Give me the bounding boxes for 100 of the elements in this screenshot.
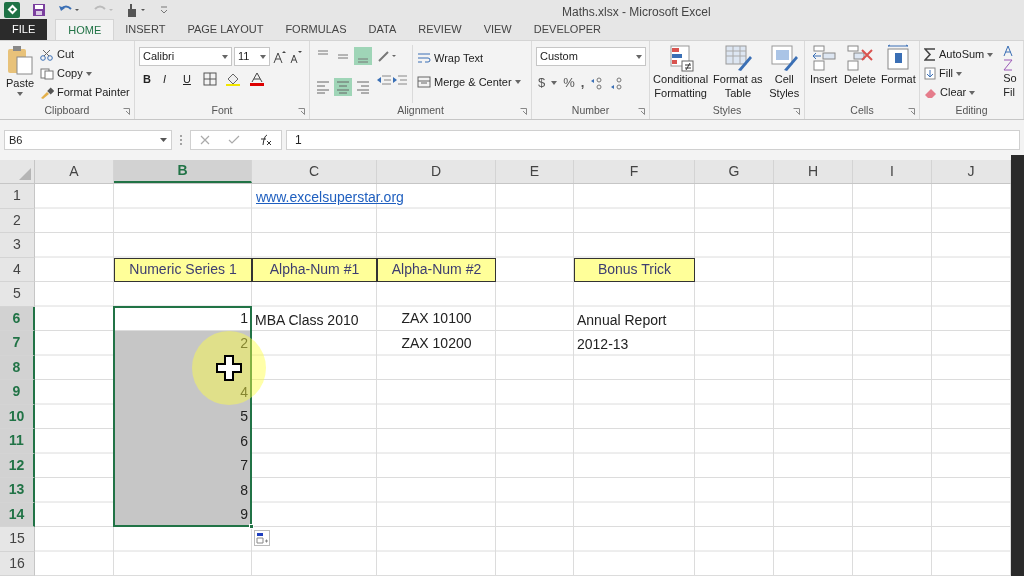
row-header[interactable]: 9: [0, 380, 35, 405]
customize-toolbar-icon[interactable]: [160, 4, 168, 15]
row-header[interactable]: 2: [0, 208, 35, 233]
copy-icon: [40, 67, 54, 80]
horizontal-align-icon[interactable]: [314, 78, 332, 96]
dropdown-arrow-icon[interactable]: [85, 71, 92, 76]
percent-button[interactable]: %: [563, 73, 575, 93]
conditional-formatting-button[interactable]: Conditional Formatting: [652, 44, 710, 103]
clear-button[interactable]: Clear: [924, 83, 994, 102]
column-header[interactable]: E: [496, 160, 574, 183]
scissors-icon: [40, 48, 54, 61]
dropdown-arrow-icon[interactable]: [551, 80, 558, 85]
header-cell: Numeric Series 1: [114, 257, 252, 282]
row-header[interactable]: 7: [0, 331, 35, 356]
save-icon[interactable]: [32, 2, 46, 17]
window-title: Maths.xlsx - Microsoft Excel: [562, 4, 711, 21]
merge-cells-icon: [417, 76, 431, 88]
column-header[interactable]: I: [853, 160, 932, 183]
wrap-text-button[interactable]: Wrap Text: [417, 49, 521, 67]
format-button[interactable]: Format: [880, 44, 917, 103]
ribbon-tab[interactable]: REVIEW: [407, 19, 473, 40]
paste-button[interactable]: Paste: [4, 45, 36, 103]
dropdown-arrow-icon[interactable]: [987, 52, 994, 57]
row-header[interactable]: 11: [0, 429, 35, 454]
formula-input[interactable]: 1: [286, 130, 1020, 150]
number-format-field[interactable]: Custom: [536, 47, 646, 66]
fill-handle[interactable]: [249, 524, 254, 529]
header-cell: Bonus Trick: [574, 257, 695, 282]
bold-button[interactable]: B: [143, 71, 155, 88]
row-header[interactable]: 10: [0, 404, 35, 429]
ribbon-tab[interactable]: VIEW: [472, 19, 523, 40]
cancel-icon[interactable]: [200, 135, 210, 145]
dialog-launcher-icon[interactable]: [908, 108, 915, 115]
ribbon-tab[interactable]: FORMULAS: [274, 19, 358, 40]
row-header[interactable]: 6: [0, 306, 35, 331]
dropdown-arrow-icon[interactable]: [969, 90, 976, 95]
table-cell-text: 2012-13: [577, 335, 629, 354]
column-header[interactable]: D: [377, 160, 496, 183]
ribbon-tab[interactable]: HOME: [55, 19, 115, 40]
shrink-font-icon[interactable]: [288, 49, 302, 64]
enter-icon[interactable]: [228, 135, 240, 145]
fill-color-icon[interactable]: [225, 72, 241, 87]
column-header[interactable]: F: [574, 160, 695, 183]
row-header[interactable]: 8: [0, 355, 35, 380]
row-header[interactable]: 15: [0, 527, 35, 552]
autosum-button[interactable]: AutoSum: [924, 45, 994, 64]
borders-icon[interactable]: [203, 72, 217, 87]
dropdown-arrow-icon[interactable]: [514, 80, 521, 84]
italic-button[interactable]: I: [163, 71, 175, 88]
insert-button[interactable]: Insert: [807, 44, 840, 103]
underline-button[interactable]: U: [183, 71, 195, 88]
ribbon-tab[interactable]: INSERT: [114, 19, 177, 40]
link[interactable]: www.excelsuperstar.org: [256, 187, 404, 208]
dialog-launcher-icon[interactable]: [638, 108, 645, 115]
row-header[interactable]: 14: [0, 502, 35, 527]
name-box[interactable]: B6: [4, 130, 172, 150]
delete-button[interactable]: Delete: [843, 44, 877, 103]
copy-button[interactable]: Copy: [40, 64, 130, 83]
cell-styles-button[interactable]: Cell Styles: [766, 44, 802, 103]
format-painter-button[interactable]: Format Painter: [40, 83, 130, 102]
row-header[interactable]: 5: [0, 282, 35, 307]
ribbon-tab[interactable]: DEVELOPER: [522, 19, 612, 40]
decrease-decimal-icon[interactable]: [610, 75, 625, 90]
column-header[interactable]: H: [774, 160, 853, 183]
table-cell: 4: [114, 380, 252, 405]
currency-button[interactable]: $: [538, 73, 546, 93]
comma-button[interactable]: ,: [580, 73, 585, 93]
sort-filter-button[interactable]: So Fil: [1003, 45, 1017, 103]
column-header[interactable]: B: [114, 160, 252, 183]
row-header[interactable]: 16: [0, 551, 35, 576]
auto-fill-options-icon[interactable]: [254, 530, 270, 546]
font-color-icon[interactable]: [249, 72, 265, 87]
ribbon-tab[interactable]: PAGE LAYOUT: [176, 19, 275, 40]
cut-button[interactable]: Cut: [40, 45, 130, 64]
ribbon-tab[interactable]: FILE: [0, 19, 48, 40]
font-size-field[interactable]: 11: [234, 47, 270, 66]
increase-decimal-icon[interactable]: [590, 75, 605, 90]
horizontal-align-icon[interactable]: [354, 78, 372, 96]
table-cell-text: ZAX 10100: [400, 309, 473, 329]
column-header[interactable]: C: [252, 160, 377, 183]
row-header[interactable]: 4: [0, 257, 35, 282]
row-header[interactable]: 1: [0, 184, 35, 209]
dialog-launcher-icon[interactable]: [520, 108, 527, 115]
group-label: Editing: [955, 103, 988, 119]
ribbon-tab[interactable]: DATA: [357, 19, 408, 40]
dialog-launcher-icon[interactable]: [123, 108, 130, 115]
column-header[interactable]: G: [695, 160, 774, 183]
row-header[interactable]: 3: [0, 233, 35, 258]
dialog-launcher-icon[interactable]: [793, 108, 800, 115]
grow-font-icon[interactable]: [272, 49, 286, 64]
merge-center-button[interactable]: Merge & Center: [417, 73, 521, 91]
insert-function-icon[interactable]: [258, 134, 272, 146]
row-header[interactable]: 13: [0, 478, 35, 503]
format-as-table-button[interactable]: Format as Table: [711, 44, 765, 103]
font-name-field[interactable]: Calibri: [139, 47, 232, 66]
touch-mode-icon[interactable]: [126, 2, 148, 17]
dropdown-arrow-icon[interactable]: [956, 71, 963, 76]
fill-button[interactable]: Fill: [924, 64, 994, 83]
row-header[interactable]: 12: [0, 453, 35, 478]
dialog-launcher-icon[interactable]: [298, 108, 305, 115]
